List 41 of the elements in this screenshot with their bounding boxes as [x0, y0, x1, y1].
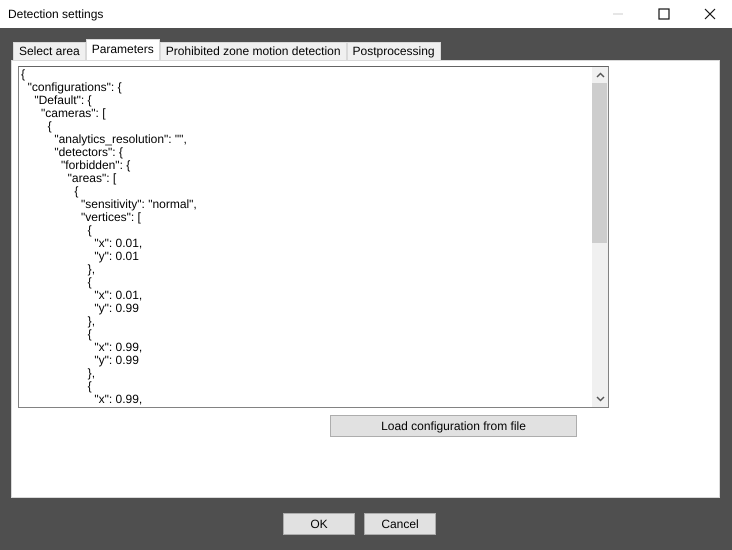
code-line: },: [86, 315, 96, 328]
maximize-icon[interactable]: [658, 8, 670, 20]
code-line: {: [86, 380, 92, 393]
tab[interactable]: Prohibited zone motion detection: [160, 42, 347, 60]
code-line: "cameras": [: [40, 107, 107, 120]
code-line: },: [86, 263, 96, 276]
code-line: "x": 0.99,: [93, 393, 144, 406]
code-line: {: [46, 120, 53, 133]
json-editor[interactable]: [18, 66, 609, 408]
dialog-button[interactable]: OK: [283, 513, 355, 535]
dialog-button[interactable]: Cancel: [364, 513, 436, 535]
scroll-down-icon[interactable]: [596, 396, 604, 402]
load-configuration-button[interactable]: Load configuration from file: [330, 415, 577, 437]
scrollbar[interactable]: [592, 67, 608, 407]
code-line: "y": 0.01: [94, 250, 140, 263]
code-line: "configurations": {: [26, 81, 123, 94]
close-icon[interactable]: [704, 8, 716, 20]
window-title: Detection settings: [7, 7, 104, 21]
code-line: "vertices": [: [80, 211, 141, 224]
code-line: "y": 0.99: [94, 302, 140, 315]
code-line: "Default": {: [34, 94, 92, 107]
code-line: {: [73, 185, 80, 198]
code-line: "x": 0.99,: [93, 341, 144, 354]
code-line: {: [86, 328, 92, 341]
tab[interactable]: Postprocessing: [346, 42, 441, 60]
code-line: "y": 0.99: [94, 354, 140, 367]
code-line: "x": 0.01,: [93, 289, 144, 302]
scroll-up-icon[interactable]: [596, 72, 604, 78]
tab[interactable]: Parameters: [86, 39, 160, 60]
code-line: "analytics_resolution": "",: [53, 133, 188, 146]
code-line: "areas": [: [66, 172, 118, 185]
code-line: "sensitivity": "normal",: [80, 198, 198, 211]
code-line: {: [86, 276, 92, 289]
tab[interactable]: Select area: [13, 42, 86, 60]
code-line: "detectors": {: [53, 146, 123, 159]
code-line: {: [21, 68, 26, 81]
code-line: {: [86, 224, 93, 237]
scroll-thumb[interactable]: [592, 83, 607, 243]
code-line: "forbidden": {: [60, 159, 132, 172]
code-line: },: [86, 367, 96, 380]
code-line: "x": 0.01,: [93, 237, 144, 250]
